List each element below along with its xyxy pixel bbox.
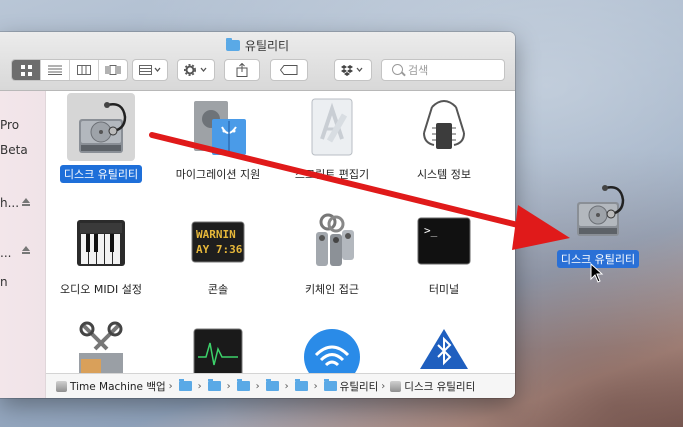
file-label: 오디오 MIDI 설정	[59, 283, 143, 296]
file-label: 디스크 유틸리티	[59, 165, 143, 183]
icon-view-button[interactable]	[12, 60, 41, 80]
disk-utility-small-icon	[390, 380, 402, 392]
grid-icon	[20, 64, 32, 76]
path-current-folder[interactable]: 유틸리티	[340, 379, 379, 394]
file-item-system-information[interactable]: 시스템 정보	[389, 93, 499, 183]
folder-icon	[225, 38, 240, 51]
keychain-icon	[298, 208, 366, 276]
file-label: 마이그레이션 지원	[175, 168, 261, 181]
list-icon	[48, 65, 62, 75]
cover-flow-button[interactable]	[99, 60, 127, 80]
arrange-icon	[139, 65, 161, 75]
file-label: 콘솔	[207, 283, 229, 296]
gear-icon	[184, 64, 207, 76]
sidebar-item-beta[interactable]: Beta	[0, 143, 28, 157]
terminal-icon: >_	[410, 208, 478, 276]
eject-icon[interactable]	[22, 198, 30, 206]
list-view-button[interactable]	[41, 60, 70, 80]
folder-icon[interactable]	[265, 379, 279, 391]
path-current-item[interactable]: 디스크 유틸리티	[404, 379, 475, 394]
path-separator: ›	[381, 380, 386, 392]
column-view-button[interactable]	[70, 60, 99, 80]
sidebar: Pro Beta h... ... n	[0, 91, 46, 398]
columns-icon	[77, 65, 91, 75]
path-separator: ›	[313, 380, 318, 392]
cover-flow-icon	[105, 65, 121, 75]
folder-icon[interactable]	[236, 379, 250, 391]
disk-utility-icon	[67, 93, 135, 161]
search-field[interactable]: 검색	[381, 59, 505, 81]
file-label: 터미널	[428, 283, 460, 296]
window-title-text: 유틸리티	[244, 39, 290, 53]
file-item-script-editor[interactable]: 스크립트 편집기	[277, 93, 387, 183]
drive-icon	[56, 380, 67, 392]
view-mode-control	[11, 59, 128, 81]
eject-icon[interactable]	[22, 246, 30, 254]
folder-icon[interactable]	[207, 379, 221, 391]
file-label: 시스템 정보	[416, 168, 472, 181]
path-separator: ›	[168, 380, 173, 392]
file-item-audio-midi[interactable]: 오디오 MIDI 설정	[46, 208, 156, 298]
sidebar-item-device-3[interactable]: n	[0, 275, 8, 289]
file-item-disk-utility[interactable]: 디스크 유틸리티	[46, 93, 156, 183]
share-icon	[236, 63, 248, 77]
svg-text:>_: >_	[424, 224, 438, 237]
disk-utility-icon	[577, 185, 625, 236]
finder-window: 유틸리티 검색 Pro Beta h... ... n 디스크 유틸리티 마이그…	[0, 32, 515, 398]
console-icon: WARNIN AY 7:36	[184, 208, 252, 276]
search-placeholder: 검색	[408, 64, 429, 77]
path-bar: Time Machine 백업 › › › › › › 유틸리티 › 디스크 유…	[46, 373, 515, 398]
svg-text:WARNIN: WARNIN	[196, 228, 236, 241]
path-separator: ›	[226, 380, 231, 392]
share-button[interactable]	[224, 59, 260, 81]
arrange-button[interactable]	[132, 59, 168, 81]
dropbox-icon	[341, 65, 363, 76]
file-item-console[interactable]: WARNIN AY 7:36 콘솔	[163, 208, 273, 298]
sidebar-item-device-1[interactable]: h...	[0, 196, 19, 210]
folder-icon[interactable]	[294, 379, 308, 391]
action-button[interactable]	[177, 59, 215, 81]
window-title: 유틸리티	[0, 37, 515, 54]
file-grid: 디스크 유틸리티 마이그레이션 지원 스크립트 편집기 시스템 정보 오디오 M…	[46, 91, 515, 386]
sidebar-item-device-2[interactable]: ...	[0, 246, 11, 260]
svg-text:AY 7:36: AY 7:36	[196, 243, 243, 256]
search-icon	[392, 64, 403, 75]
script-editor-icon	[298, 93, 366, 161]
tag-icon	[280, 65, 298, 75]
sidebar-item-pro[interactable]: Pro	[0, 118, 19, 132]
path-root[interactable]: Time Machine 백업	[70, 379, 166, 394]
audio-midi-icon	[67, 208, 135, 276]
window-toolbar: 유틸리티 검색	[0, 32, 515, 91]
system-information-icon	[410, 93, 478, 161]
file-label: 키체인 접근	[304, 283, 360, 296]
migration-assistant-icon	[184, 93, 252, 161]
folder-icon[interactable]	[178, 379, 192, 391]
file-item-keychain[interactable]: 키체인 접근	[277, 208, 387, 298]
file-label: 스크립트 편집기	[294, 168, 370, 181]
dragged-disk-utility[interactable]: 디스크 유틸리티	[548, 180, 648, 268]
dropbox-button[interactable]	[334, 59, 372, 81]
file-item-terminal[interactable]: >_ 터미널	[389, 208, 499, 298]
file-item-migration-assistant[interactable]: 마이그레이션 지원	[163, 93, 273, 183]
tags-button[interactable]	[270, 59, 308, 81]
path-separator: ›	[284, 380, 289, 392]
folder-icon	[323, 379, 337, 391]
mouse-cursor-icon	[590, 263, 604, 283]
path-separator: ›	[197, 380, 202, 392]
path-separator: ›	[255, 380, 260, 392]
